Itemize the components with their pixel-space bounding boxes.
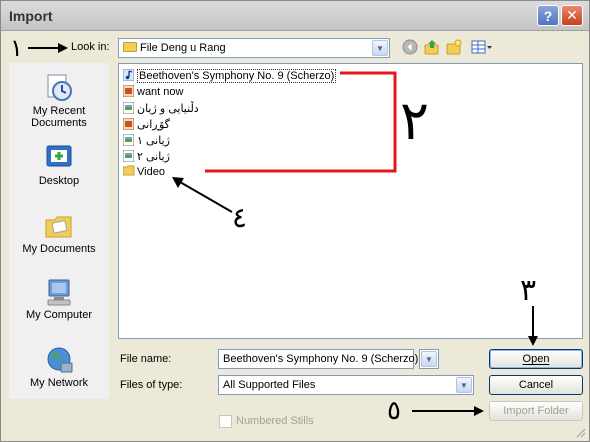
file-name-label: File name: xyxy=(120,353,172,365)
open-button-label: Open xyxy=(522,353,550,365)
place-my-computer[interactable]: My Computer xyxy=(9,277,109,321)
place-label: My Computer xyxy=(25,309,93,321)
files-of-type-dropdown[interactable]: All Supported Files ▼ xyxy=(218,375,474,395)
help-icon: ? xyxy=(543,7,553,24)
clock-icon xyxy=(43,73,75,103)
globe-icon xyxy=(43,345,75,375)
look-in-label: Look in: xyxy=(71,41,110,53)
list-item[interactable]: دڵنیایی و ژیان xyxy=(122,101,199,116)
chevron-down-icon[interactable]: ▼ xyxy=(456,377,472,393)
desktop-icon xyxy=(43,143,75,173)
up-folder-button[interactable] xyxy=(423,38,441,56)
list-item[interactable]: want now xyxy=(122,84,184,100)
file-name: Video xyxy=(137,166,165,178)
folder-icon xyxy=(122,165,135,177)
place-my-network[interactable]: My Network xyxy=(9,345,109,389)
chevron-down-icon[interactable]: ▼ xyxy=(372,40,388,56)
look-in-dropdown[interactable]: File Deng u Rang ▼ xyxy=(118,38,390,58)
place-label: Desktop xyxy=(38,175,80,187)
image-file-icon xyxy=(122,101,135,115)
places-bar: My Recent Documents Desktop My Documents xyxy=(9,63,109,399)
annotation-2: ٢ xyxy=(400,89,430,152)
list-item[interactable]: ژیانی ١ xyxy=(122,133,170,148)
title-bar[interactable]: Import ? ✕ xyxy=(1,1,589,31)
close-icon: ✕ xyxy=(566,7,578,23)
import-dialog: Import ? ✕ Look in: File Deng u Rang ▼ M… xyxy=(0,0,590,442)
place-label: My Network xyxy=(29,377,89,389)
file-name: Beethoven's Symphony No. 9 (Scherzo) xyxy=(137,69,337,83)
close-button[interactable]: ✕ xyxy=(561,5,583,26)
window-title: Import xyxy=(9,8,53,24)
file-name: گۆڕانی xyxy=(137,119,170,131)
view-menu-icon xyxy=(471,40,492,54)
up-folder-icon xyxy=(424,40,439,55)
back-icon xyxy=(402,39,418,55)
view-menu-button[interactable] xyxy=(469,38,495,56)
place-my-documents[interactable]: My Documents xyxy=(9,211,109,255)
cancel-button[interactable]: Cancel xyxy=(489,375,583,395)
annotation-4: ٤ xyxy=(232,201,248,234)
files-of-type-label: Files of type: xyxy=(120,379,183,391)
numbered-stills-checkbox[interactable] xyxy=(219,415,232,428)
file-name-dropdown[interactable]: ▼ xyxy=(419,349,439,369)
place-label: My Recent Documents xyxy=(31,105,87,129)
place-label: My Documents xyxy=(22,243,96,255)
file-list[interactable]: Beethoven's Symphony No. 9 (Scherzo) wan… xyxy=(118,63,583,339)
annotation-1: ١ xyxy=(10,34,23,62)
file-name: want now xyxy=(137,86,184,98)
list-item[interactable]: Video xyxy=(122,165,165,180)
open-button[interactable]: Open xyxy=(489,349,583,369)
list-item[interactable]: ژیانی ٢ xyxy=(122,149,170,164)
look-in-value: File Deng u Rang xyxy=(140,42,226,54)
list-item[interactable]: گۆڕانی xyxy=(122,117,170,132)
new-folder-icon xyxy=(446,39,462,55)
chevron-down-icon: ▼ xyxy=(421,351,437,367)
import-folder-button[interactable]: Import Folder xyxy=(489,401,583,421)
place-my-recent-documents[interactable]: My Recent Documents xyxy=(9,73,109,129)
help-button[interactable]: ? xyxy=(537,5,559,26)
annotation-5: ٥ xyxy=(387,396,401,426)
list-item[interactable]: Beethoven's Symphony No. 9 (Scherzo) xyxy=(122,68,337,84)
back-button[interactable] xyxy=(401,38,419,56)
new-folder-button[interactable] xyxy=(445,38,463,56)
music-note-icon xyxy=(122,68,135,82)
file-name-input[interactable]: Beethoven's Symphony No. 9 (Scherzo) xyxy=(218,349,418,369)
place-desktop[interactable]: Desktop xyxy=(9,143,109,187)
file-name: دڵنیایی و ژیان xyxy=(137,103,199,115)
image-file-icon xyxy=(122,149,135,163)
files-of-type-value: All Supported Files xyxy=(223,379,316,391)
annotation-3: ٣ xyxy=(520,273,537,308)
numbered-stills-label: Numbered Stills xyxy=(236,415,314,427)
cancel-button-label: Cancel xyxy=(518,379,554,391)
folder-icon xyxy=(43,211,75,241)
computer-icon xyxy=(43,277,75,307)
file-name: ژیانی ١ xyxy=(137,135,170,147)
folder-icon xyxy=(123,42,137,53)
video-file-icon xyxy=(122,117,135,131)
image-file-icon xyxy=(122,133,135,147)
import-folder-button-label: Import Folder xyxy=(503,405,569,417)
resize-grip[interactable] xyxy=(574,426,586,438)
file-name: ژیانی ٢ xyxy=(137,151,170,163)
video-file-icon xyxy=(122,84,135,98)
file-name-value: Beethoven's Symphony No. 9 (Scherzo) xyxy=(223,353,419,365)
